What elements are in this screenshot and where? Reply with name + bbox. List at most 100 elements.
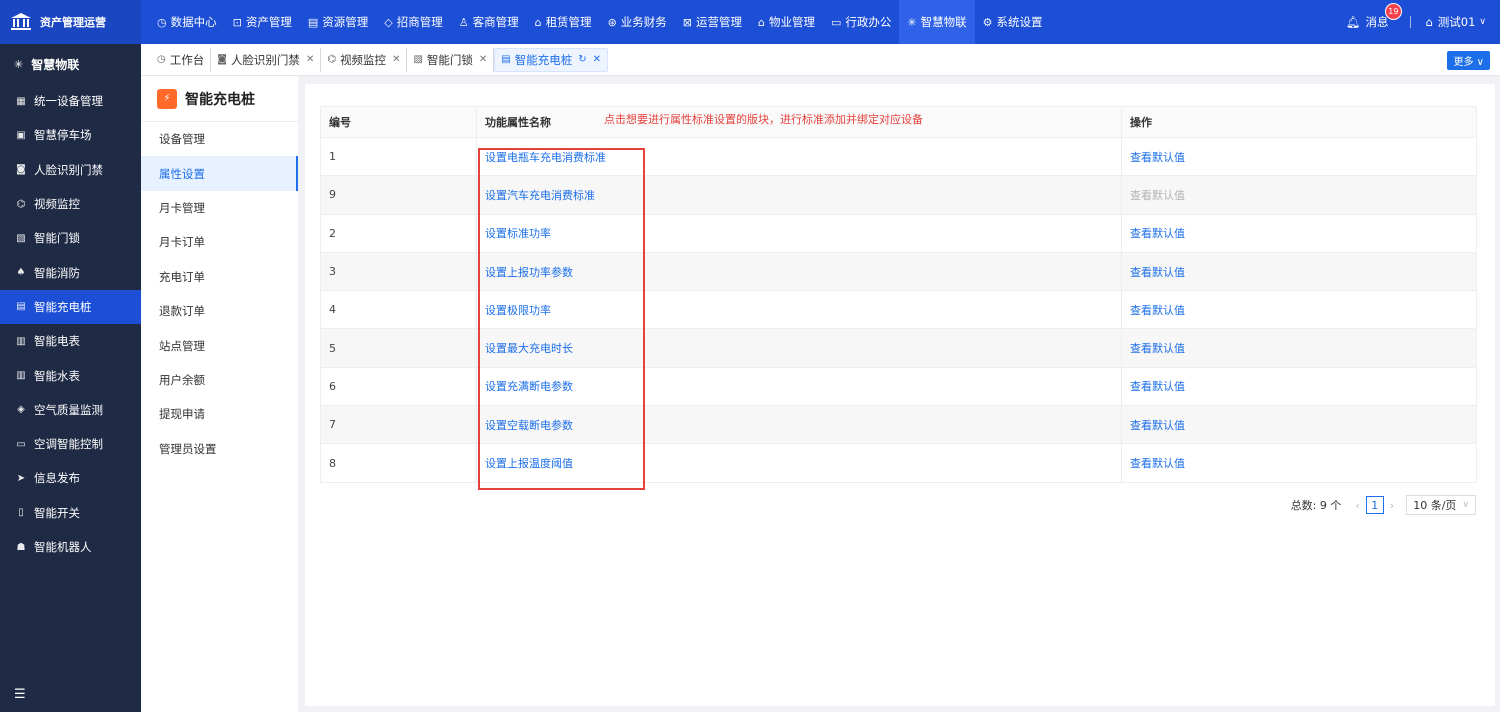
page-size-select[interactable]: 10 条/页 ∨ <box>1406 495 1476 515</box>
chevron-down-icon: ∨ <box>1476 57 1484 68</box>
page-number-current[interactable]: 1 <box>1365 496 1384 514</box>
close-icon[interactable]: ✕ <box>479 54 487 65</box>
tab-workbench[interactable]: ◷ 工作台 <box>151 47 212 72</box>
nav-leasing[interactable]: ⌂ 租赁管理 <box>527 0 600 44</box>
prev-page-icon[interactable]: ‹ <box>1355 499 1359 512</box>
view-default-link[interactable]: 查看默认值 <box>1130 380 1185 393</box>
tab-face-access[interactable]: ◙ 人脸识别门禁 ✕ <box>211 47 322 72</box>
tab-charging-pile[interactable]: ▤ 智能充电桩 ↻ ✕ <box>494 47 609 72</box>
nav-smart-iot[interactable]: ✳ 智慧物联 <box>899 0 975 44</box>
sub-item-admin-settings[interactable]: 管理员设置 <box>141 432 298 466</box>
tab-label: 工作台 <box>169 52 205 67</box>
row-id: 5 <box>320 328 477 368</box>
messages-button[interactable]: 🔔︎ 消息 19 <box>1346 3 1402 30</box>
sidebar-item-device-management[interactable]: ▦ 统一设备管理 <box>0 84 141 118</box>
refresh-icon[interactable]: ↻ <box>578 54 586 65</box>
yen-icon: ⊛ <box>607 15 617 29</box>
bank-logo-icon <box>11 13 31 30</box>
row-action-cell: 查看默认值 <box>1121 213 1477 253</box>
cube-icon: ⊡ <box>232 15 242 29</box>
gear-icon: ⚙ <box>982 15 993 29</box>
attribute-link[interactable]: 设置最大充电时长 <box>485 342 573 355</box>
nav-investment[interactable]: ◇ 招商管理 <box>376 0 450 44</box>
nav-resource-management[interactable]: ▤ 资源管理 <box>300 0 376 44</box>
attribute-link[interactable]: 设置电瓶车充电消费标准 <box>485 151 606 164</box>
sub-item-station-management[interactable]: 站点管理 <box>141 328 298 362</box>
nav-label: 客商管理 <box>472 15 519 29</box>
view-default-link[interactable]: 查看默认值 <box>1130 227 1185 240</box>
nav-customers[interactable]: ♙ 客商管理 <box>451 0 527 44</box>
view-default-link[interactable]: 查看默认值 <box>1130 457 1185 470</box>
house-icon: ⌂ <box>534 15 542 29</box>
column-header-action: 操作 <box>1121 106 1477 138</box>
attribute-link[interactable]: 设置上报温度阈值 <box>485 457 573 470</box>
sidebar-item-door-lock[interactable]: ▧ 智能门锁 <box>0 221 141 255</box>
total-count: 总数: 9 个 <box>1290 499 1342 512</box>
nav-system-settings[interactable]: ⚙ 系统设置 <box>975 0 1051 44</box>
sidebar-item-smart-switch[interactable]: ▯ 智能开关 <box>0 496 141 530</box>
tab-video[interactable]: ⌬ 视频监控 ✕ <box>321 47 408 72</box>
sub-item-device-management[interactable]: 设备管理 <box>141 122 298 156</box>
view-default-link[interactable]: 查看默认值 <box>1130 342 1185 355</box>
view-default-link[interactable]: 查看默认值 <box>1130 304 1185 317</box>
close-icon[interactable]: ✕ <box>306 54 314 65</box>
sub-item-monthly-card-orders[interactable]: 月卡订单 <box>141 225 298 259</box>
nav-property[interactable]: ⌂ 物业管理 <box>750 0 823 44</box>
sidebar-item-parking[interactable]: ▣ 智慧停车场 <box>0 118 141 152</box>
row-name-cell: 设置极限功率 <box>476 290 1122 330</box>
row-name-cell: 设置充满断电参数 <box>476 366 1122 407</box>
sidebar-item-label: 空调智能控制 <box>34 437 103 452</box>
nav-asset-management[interactable]: ⊡ 资产管理 <box>225 0 300 44</box>
nav-label: 数据中心 <box>170 15 217 29</box>
sidebar-item-face-access[interactable]: ◙ 人脸识别门禁 <box>0 153 141 187</box>
sidebar-item-video[interactable]: ⌬ 视频监控 <box>0 187 141 221</box>
column-header-id: 编号 <box>320 106 477 138</box>
nav-finance[interactable]: ⊛ 业务财务 <box>600 0 675 44</box>
grid-icon: ▦ <box>16 95 26 107</box>
view-default-link[interactable]: 查看默认值 <box>1130 266 1185 279</box>
nav-data-center[interactable]: ◷ 数据中心 <box>149 0 225 44</box>
sidebar-title[interactable]: ✳ 智慧物联 <box>0 44 141 84</box>
sub-item-withdrawal[interactable]: 提现申请 <box>141 397 298 431</box>
row-id: 2 <box>320 213 477 253</box>
sidebar-item-ac-control[interactable]: ▭ 空调智能控制 <box>0 427 141 461</box>
sub-item-user-balance[interactable]: 用户余额 <box>141 363 298 397</box>
sub-item-refund-orders[interactable]: 退款订单 <box>141 294 298 328</box>
attribute-link[interactable]: 设置汽车充电消费标准 <box>485 189 595 202</box>
sidebar-item-water-meter[interactable]: ▥ 智能水表 <box>0 358 141 392</box>
sub-item-charging-orders[interactable]: 充电订单 <box>141 260 298 294</box>
nav-admin-office[interactable]: ▭ 行政办公 <box>823 0 899 44</box>
row-action-cell: 查看默认值 <box>1121 328 1477 368</box>
sidebar-item-electric-meter[interactable]: ▥ 智能电表 <box>0 324 141 358</box>
close-icon[interactable]: ✕ <box>593 54 601 65</box>
tab-label: 智能充电桩 <box>514 52 573 67</box>
next-page-icon[interactable]: › <box>1390 499 1394 512</box>
sidebar-item-info-publish[interactable]: ➤ 信息发布 <box>0 461 141 495</box>
close-icon[interactable]: ✕ <box>392 54 400 65</box>
attribute-link[interactable]: 设置标准功率 <box>485 227 551 240</box>
sidebar-item-robot[interactable]: ☗ 智能机器人 <box>0 530 141 564</box>
face-id-icon: ◙ <box>16 164 26 176</box>
attribute-link[interactable]: 设置充满断电参数 <box>485 380 573 393</box>
sub-item-monthly-card[interactable]: 月卡管理 <box>141 191 298 225</box>
row-id: 8 <box>320 443 477 483</box>
sidebar-item-charging-pile[interactable]: ▤ 智能充电桩 <box>0 289 141 325</box>
sidebar-item-fire[interactable]: ♠ 智能消防 <box>0 255 141 289</box>
more-tabs-button[interactable]: 更多 ∨ <box>1447 51 1490 70</box>
tab-door-lock[interactable]: ▧ 智能门锁 ✕ <box>407 47 495 72</box>
robot-icon: ☗ <box>16 541 26 553</box>
user-menu[interactable]: ⌂ 测试01 ∨ <box>1425 14 1486 30</box>
attribute-link[interactable]: 设置空载断电参数 <box>485 419 573 432</box>
sub-item-attribute-settings[interactable]: 属性设置 <box>141 156 298 191</box>
nav-label: 物业管理 <box>768 15 815 29</box>
brand[interactable]: 资产管理运营 <box>0 0 141 44</box>
row-id: 6 <box>320 366 477 407</box>
attribute-link[interactable]: 设置上报功率参数 <box>485 266 573 279</box>
collapse-menu-icon[interactable]: ☰ <box>14 687 26 702</box>
view-default-link[interactable]: 查看默认值 <box>1130 419 1185 432</box>
meter-icon: ▥ <box>16 335 26 347</box>
nav-operations[interactable]: ⊠ 运营管理 <box>675 0 750 44</box>
view-default-link[interactable]: 查看默认值 <box>1130 151 1185 164</box>
sidebar-item-air-quality[interactable]: ◈ 空气质量监测 <box>0 393 141 427</box>
attribute-link[interactable]: 设置极限功率 <box>485 304 551 317</box>
